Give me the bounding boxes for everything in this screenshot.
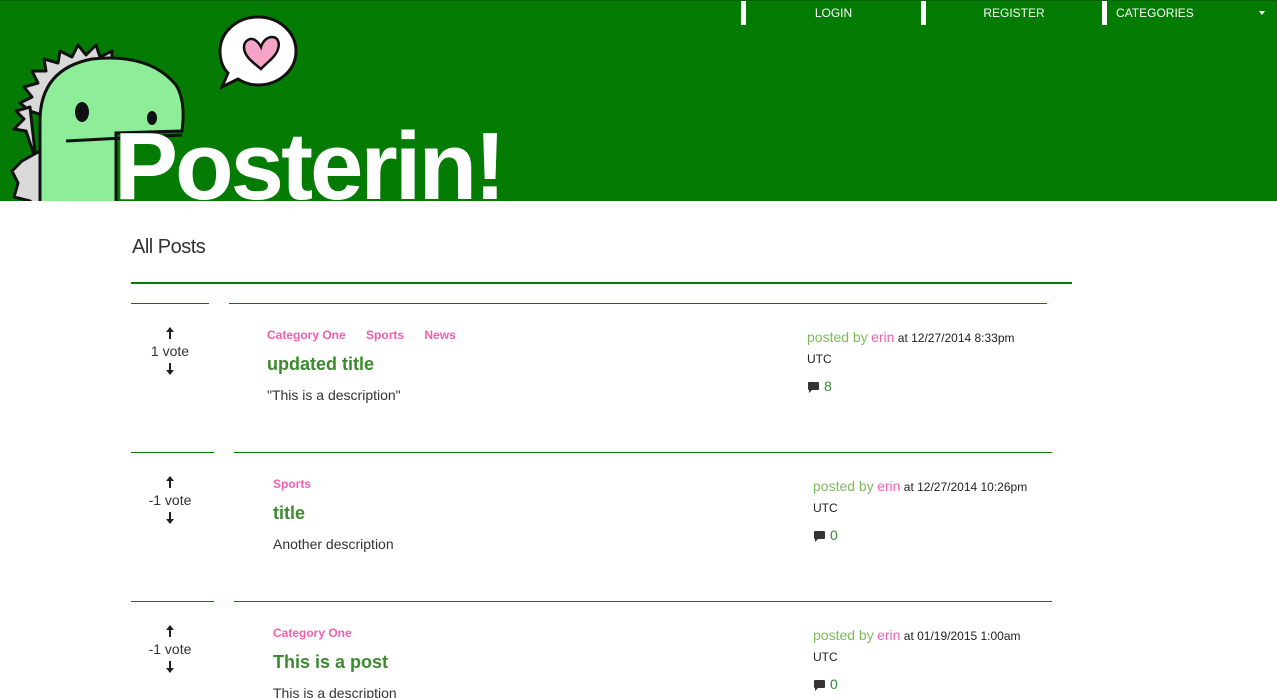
comments-link[interactable]: 0	[814, 527, 838, 543]
author-link[interactable]: erin	[871, 329, 894, 345]
divider	[229, 303, 1047, 304]
page-title: All Posts	[132, 236, 206, 258]
divider	[131, 282, 1072, 284]
post-description: "This is a description"	[267, 387, 401, 403]
categories-label: CATEGORIES	[1116, 6, 1194, 20]
post-date: at 01/19/2015 1:00am	[903, 629, 1021, 643]
post-meta: posted by erin at 12/27/2014 8:33pm UTC	[807, 327, 1037, 370]
heart-speech-bubble-icon	[218, 15, 298, 91]
site-header: Posterin! LOGIN REGISTER CATEGORIES	[0, 0, 1277, 201]
post-item: -1 vote Category One This is a post This…	[131, 601, 1052, 698]
vote-count: -1 vote	[148, 641, 192, 657]
category-tag[interactable]: Sports	[273, 477, 311, 491]
post-title[interactable]: This is a post	[273, 652, 388, 673]
post-title[interactable]: updated title	[267, 354, 374, 375]
category-tags: Category One	[273, 626, 369, 640]
downvote-arrow-icon[interactable]	[165, 661, 175, 673]
author-link[interactable]: erin	[877, 478, 900, 494]
vote-box: 1 vote	[131, 327, 209, 375]
divider	[131, 601, 214, 602]
vote-box: -1 vote	[131, 476, 209, 524]
timezone: UTC	[807, 352, 832, 366]
comments-link[interactable]: 0	[814, 676, 838, 692]
upvote-arrow-icon[interactable]	[165, 625, 175, 637]
vote-count: 1 vote	[150, 343, 190, 359]
category-tag[interactable]: Category One	[273, 626, 352, 640]
post-meta: posted by erin at 01/19/2015 1:00am UTC	[813, 625, 1043, 668]
timezone: UTC	[813, 501, 838, 515]
upvote-arrow-icon[interactable]	[165, 327, 175, 339]
comment-count: 0	[830, 527, 838, 543]
category-tag[interactable]: Category One	[267, 328, 346, 342]
post-item: -1 vote Sports title Another description…	[131, 452, 1052, 601]
post-title[interactable]: title	[273, 503, 305, 524]
category-tags: Category One Sports News	[267, 328, 473, 342]
category-tag[interactable]: News	[424, 328, 455, 342]
posted-by-label: posted by	[807, 329, 868, 345]
posted-by-label: posted by	[813, 478, 874, 494]
upvote-arrow-icon[interactable]	[165, 476, 175, 488]
author-link[interactable]: erin	[877, 627, 900, 643]
login-link[interactable]: LOGIN	[741, 1, 921, 25]
post-date: at 12/27/2014 10:26pm	[903, 480, 1028, 494]
comment-count: 8	[824, 378, 832, 394]
divider	[131, 452, 214, 453]
caret-down-icon	[1259, 11, 1265, 15]
divider	[131, 303, 209, 304]
comment-icon	[814, 680, 825, 691]
divider	[234, 601, 1052, 602]
timezone: UTC	[813, 650, 838, 664]
register-link[interactable]: REGISTER	[921, 1, 1102, 25]
posted-by-label: posted by	[813, 627, 874, 643]
post-description: This is a description	[273, 685, 397, 698]
comments-link[interactable]: 8	[808, 378, 832, 394]
comment-icon	[808, 382, 819, 393]
register-label: REGISTER	[983, 6, 1045, 20]
comment-count: 0	[830, 676, 838, 692]
category-tag[interactable]: Sports	[366, 328, 404, 342]
downvote-arrow-icon[interactable]	[165, 363, 175, 375]
divider	[234, 452, 1052, 453]
comment-icon	[814, 531, 825, 542]
site-title[interactable]: Posterin!	[114, 119, 506, 202]
categories-dropdown[interactable]: CATEGORIES	[1102, 1, 1277, 25]
vote-box: -1 vote	[131, 625, 209, 673]
vote-count: -1 vote	[148, 492, 192, 508]
post-item: 1 vote Category One Sports News updated …	[131, 303, 1052, 452]
post-date: at 12/27/2014 8:33pm	[897, 331, 1015, 345]
downvote-arrow-icon[interactable]	[165, 512, 175, 524]
post-description: Another description	[273, 536, 394, 552]
category-tags: Sports	[273, 477, 328, 491]
login-label: LOGIN	[814, 6, 853, 20]
post-meta: posted by erin at 12/27/2014 10:26pm UTC	[813, 476, 1043, 519]
